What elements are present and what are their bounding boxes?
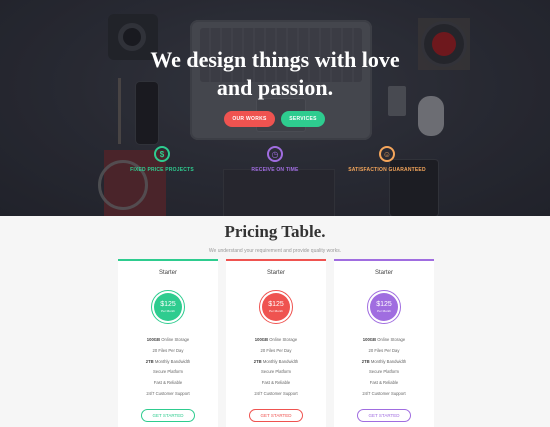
price-amount: $125	[268, 300, 284, 308]
feature-label: FIXED PRICE PROJECTS	[130, 167, 194, 173]
price-badge: $125 Per Month	[367, 290, 401, 324]
feature-item: Fast & Reliable	[261, 380, 291, 386]
feature-item: Secure Platform	[152, 369, 184, 375]
feature-item: 100GB Online Storage	[362, 337, 406, 342]
get-started-button[interactable]: GET STARTED	[141, 408, 195, 422]
pricing-title: Pricing Table.	[224, 222, 326, 241]
feature-item: Secure Platform	[368, 369, 400, 375]
feature-item: 24/7 Customer Support	[146, 390, 190, 396]
hero-section: We design things with love and passion. …	[0, 0, 550, 216]
price-amount: $125	[376, 300, 392, 308]
feature-item: 24/7 Customer Support	[254, 390, 298, 396]
price-amount: $125	[160, 300, 176, 308]
plan-name: Starter	[158, 270, 177, 276]
plan-name: Starter	[374, 270, 393, 276]
price-period: Per Month	[269, 308, 283, 313]
services-button[interactable]: SERVICES	[281, 111, 325, 127]
feature-item: Fast & Reliable	[153, 380, 183, 386]
smile-icon: ☺	[379, 146, 395, 162]
pricing-card-purple: Starter $125 Per Month 100GB Online Stor…	[334, 259, 434, 427]
pricing-subtitle: We understand your requirement and provi…	[208, 248, 342, 254]
price-badge: $125 Per Month	[151, 290, 185, 324]
feature-item: Fast & Reliable	[369, 380, 399, 386]
feature-item: 100GB Online Storage	[146, 337, 190, 342]
hero-title-line1: We design things with love	[150, 47, 400, 72]
feature-item: 100GB Online Storage	[254, 337, 298, 342]
feature-fixed-price: $ FIXED PRICE PROJECTS	[107, 146, 217, 173]
feature-item: 2TB Monthly Bandwidth	[361, 358, 407, 364]
feature-item: 24/7 Customer Support	[362, 390, 406, 396]
feature-item: 2TB Monthly Bandwidth	[253, 358, 299, 364]
feature-item: Secure Platform	[260, 369, 292, 375]
hero-title-line2: and passion.	[216, 75, 334, 100]
hero-overlay	[0, 0, 550, 216]
feature-item: 2TB Monthly Bandwidth	[145, 358, 191, 364]
plan-features: 100GB Online Storage 20 Files Per Day 2T…	[118, 335, 218, 400]
get-started-button[interactable]: GET STARTED	[249, 408, 303, 422]
feature-label: SATISFACTION GUARANTEED	[348, 167, 426, 173]
plan-features: 100GB Online Storage 20 Files Per Day 2T…	[226, 335, 326, 400]
price-period: Per Month	[377, 308, 391, 313]
plan-features: 100GB Online Storage 20 Files Per Day 2T…	[334, 335, 434, 400]
feature-item: 20 Files Per Day	[152, 347, 184, 353]
price-period: Per Month	[161, 308, 175, 313]
feature-satisfaction: ☺ SATISFACTION GUARANTEED	[332, 146, 442, 173]
hero-title: We design things with love and passion.	[0, 46, 550, 102]
price-badge: $125 Per Month	[259, 290, 293, 324]
pricing-card-red: Starter $125 Per Month 100GB Online Stor…	[226, 259, 326, 427]
feature-label: RECEIVE ON TIME	[251, 167, 299, 173]
pricing-section: Pricing Table. We understand your requir…	[0, 216, 550, 427]
pricing-card-green: Starter $125 Per Month 100GB Online Stor…	[118, 259, 218, 427]
dollar-icon: $	[154, 146, 170, 162]
feature-item: 20 Files Per Day	[368, 347, 400, 353]
our-works-button[interactable]: OUR WORKS	[224, 111, 275, 127]
plan-name: Starter	[266, 270, 285, 276]
feature-item: 20 Files Per Day	[260, 347, 292, 353]
get-started-button[interactable]: GET STARTED	[357, 408, 411, 422]
clock-icon: ◷	[267, 146, 283, 162]
feature-receive-on-time: ◷ RECEIVE ON TIME	[220, 146, 330, 173]
